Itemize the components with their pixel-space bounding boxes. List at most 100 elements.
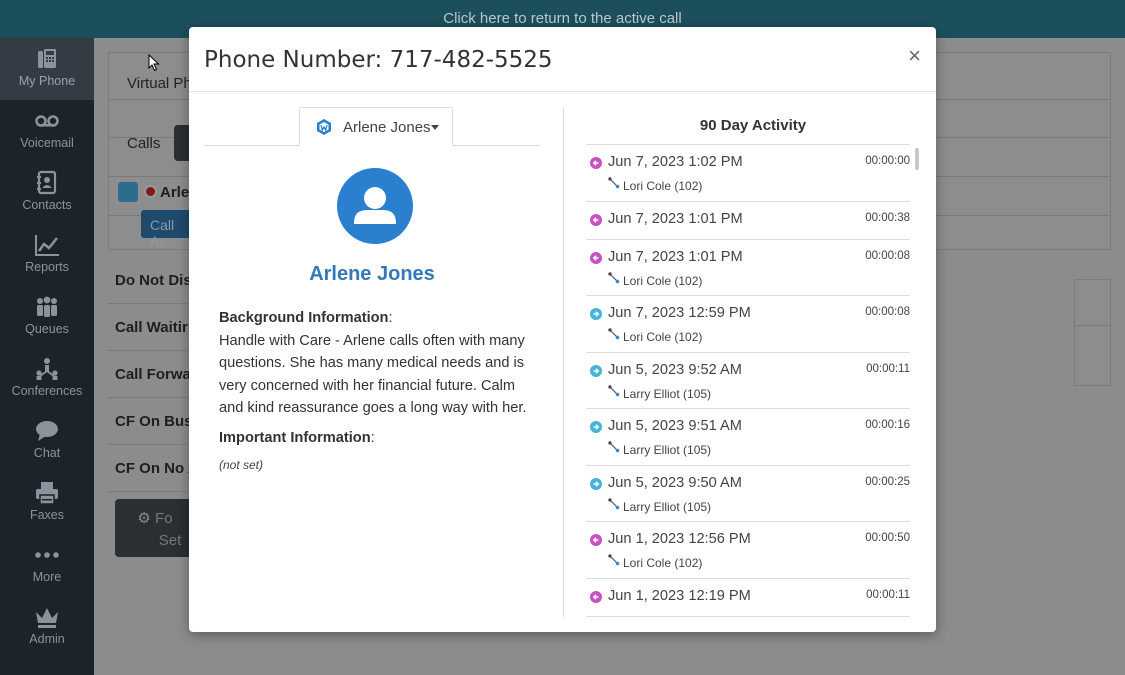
activity-row[interactable]: Jun 5, 2023 9:51 AM 00:00:16 Larry Elliot … (586, 409, 910, 466)
sidebar-item-admin[interactable]: Admin (0, 596, 94, 658)
caller-name[interactable]: Arle (160, 184, 189, 201)
contact-info: Background Information: Handle with Care… (219, 307, 534, 476)
sidebar-item-my-phone[interactable]: My Phone (0, 38, 94, 100)
sidebar-item-label: Reports (25, 260, 69, 274)
activity-duration: 00:00:50 (865, 532, 910, 544)
sidebar-item-conferences[interactable]: Conferences (0, 348, 94, 410)
activity-duration: 00:00:00 (865, 155, 910, 167)
sidebar-item-more[interactable]: More (0, 534, 94, 596)
activity-date: Jun 5, 2023 9:50 AM (608, 474, 742, 491)
activity-row[interactable]: Jun 7, 2023 12:59 PM 00:00:08 Lori Cole (1… (586, 296, 910, 353)
sidebar-item-label: More (32, 570, 62, 584)
contact-source-icon (315, 118, 333, 136)
activity-date: Jun 7, 2023 1:01 PM (608, 248, 743, 265)
sidebar-item-chat[interactable]: Chat (0, 410, 94, 472)
activity-date: Jun 7, 2023 1:02 PM (608, 154, 743, 170)
activity-agent: Larry Elliot (105) (623, 499, 712, 514)
recording-indicator-icon (144, 185, 157, 198)
activity-title: 90 Day Activity (699, 117, 807, 134)
important-info-label: Important Information (219, 429, 371, 446)
chat-icon (0, 418, 94, 444)
sidebar-item-label: Voicemail (20, 136, 74, 150)
setting-cf-on-no-answer[interactable]: CF On No A (115, 460, 199, 477)
outbound-call-icon (590, 364, 602, 377)
activity-duration: 00:00:08 (865, 249, 910, 262)
inbound-call-icon (590, 534, 602, 546)
background-info-label: Background Information (219, 310, 389, 326)
activity-row[interactable]: Jun 7, 2023 1:01 PM 00:00:38 (586, 202, 910, 240)
tab-calls[interactable]: Calls (127, 135, 160, 152)
close-icon[interactable]: × (908, 45, 921, 67)
background-info-text: Handle with Care - Arlene calls often wi… (219, 332, 527, 417)
activity-date: Jun 1, 2023 12:19 PM (608, 587, 751, 604)
sidebar-item-label: My Phone (18, 74, 76, 88)
fax-icon (0, 480, 94, 506)
sidebar-item-contacts[interactable]: Contacts (0, 162, 94, 224)
activity-row[interactable]: Jun 5, 2023 9:50 AM 00:00:25 Larry Elliot … (586, 466, 910, 522)
sidebar-item-queues[interactable]: Queues (0, 286, 94, 348)
setting-cf-on-busy[interactable]: CF On Busy (115, 413, 201, 430)
virtual-phone-label: Virtual Ph (127, 75, 192, 92)
phone-icon (0, 46, 94, 72)
activity-agent: Lori Cole (102) (623, 273, 703, 288)
right-panel (1074, 279, 1111, 386)
activity-agent: Larry Elliot (105) (623, 443, 712, 457)
inbound-call-icon (590, 157, 602, 169)
inbound-call-icon (590, 213, 602, 226)
transfer-connector-icon (608, 384, 620, 396)
activity-list[interactable]: Jun 7, 2023 1:02 PM 00:00:00 Lori Cole (10… (586, 144, 910, 619)
sidebar-item-label: Contacts (22, 198, 72, 212)
activity-duration: 00:00:08 (865, 306, 910, 318)
conferences-icon (0, 356, 94, 382)
sidebar-item-voicemail[interactable]: Voicemail (0, 100, 94, 162)
activity-agent: Lori Cole (102) (623, 556, 703, 570)
modal-header: Phone Number: 717-482-5525 × (189, 27, 936, 92)
modal-title: Phone Number: 717-482-5525 (204, 47, 553, 73)
activity-row[interactable]: Jun 1, 2023 12:19 PM 00:00:11 (586, 579, 910, 617)
inbound-call-icon (590, 251, 602, 264)
activity-row[interactable]: Jun 7, 2023 1:01 PM 00:00:08 Lori Cole (10… (586, 240, 910, 296)
sidebar-item-label: Admin (29, 632, 65, 646)
important-info-value: (not set) (219, 457, 264, 472)
sidebar-item-label: Faxes (29, 508, 65, 522)
admin-icon (0, 604, 94, 630)
call-icon (118, 182, 138, 202)
sidebar-item-label: Conferences (11, 384, 83, 398)
outbound-call-icon (590, 308, 602, 320)
contact-name: Arlene Jones (309, 263, 435, 285)
transfer-connector-icon (608, 327, 620, 340)
chevron-down-icon (431, 125, 439, 130)
contact-selector-tab[interactable]: Arlene Jones (299, 107, 453, 146)
transfer-connector-icon (608, 271, 620, 283)
activity-date: Jun 5, 2023 9:51 AM (608, 418, 742, 434)
activity-row[interactable]: Jun 1, 2023 12:56 PM 00:00:50 Lori Cole (1… (586, 522, 910, 579)
activity-duration: 00:00:16 (865, 419, 910, 431)
setting-call-waiting[interactable]: Call Waitir (115, 319, 188, 336)
activity-agent: Lori Cole (102) (623, 179, 703, 193)
voicemail-icon (0, 108, 94, 134)
activity-duration: 00:00:11 (866, 588, 910, 601)
sidebar-item-label: Queues (25, 322, 69, 336)
activity-date: Jun 7, 2023 1:01 PM (608, 210, 743, 227)
outbound-call-icon (590, 477, 602, 490)
setting-call-forward[interactable]: Call Forwa (115, 366, 191, 383)
contact-modal: Phone Number: 717-482-5525 × Arlene Jone… (189, 27, 936, 632)
transfer-connector-icon (608, 497, 620, 509)
contact-tab-label: Arlene Jones (343, 119, 431, 136)
sidebar-item-label: Chat (33, 446, 61, 460)
sidebar-item-faxes[interactable]: Faxes (0, 472, 94, 534)
transfer-connector-icon (608, 440, 620, 453)
sidebar-item-reports[interactable]: Reports (0, 224, 94, 286)
outbound-call-icon (590, 421, 602, 433)
activity-row[interactable]: Jun 7, 2023 1:02 PM 00:00:00 Lori Cole (10… (586, 145, 910, 202)
sidebar: My Phone Voicemail Contacts Reports Queu… (0, 38, 94, 675)
forwarding-settings-button[interactable]: ⚙ Fo Set (115, 499, 195, 557)
activity-duration: 00:00:38 (865, 211, 910, 224)
activity-scrollbar[interactable] (915, 148, 919, 170)
mouse-cursor-icon (148, 54, 160, 72)
activity-agent: Larry Elliot (105) (623, 386, 712, 401)
setting-do-not-disturb[interactable]: Do Not Dis (115, 272, 192, 289)
activity-agent: Lori Cole (102) (623, 330, 703, 344)
reports-icon (0, 232, 94, 258)
activity-row[interactable]: Jun 5, 2023 9:52 AM 00:00:11 Larry Elliot … (586, 353, 910, 409)
